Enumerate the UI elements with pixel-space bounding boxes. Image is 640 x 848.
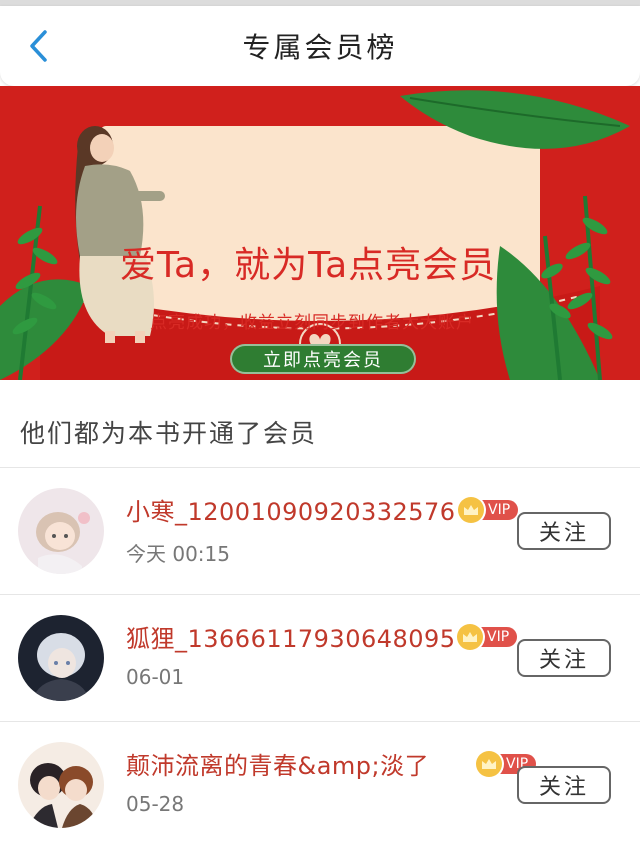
nav-bar: 专属会员榜 <box>0 6 640 86</box>
banner-illustration <box>0 86 640 380</box>
banner-headline: 爱Ta，就为Ta点亮会员 <box>120 245 497 286</box>
crown-icon <box>458 497 484 523</box>
avatar[interactable] <box>18 488 104 574</box>
light-up-member-button[interactable]: 立即点亮会员 <box>230 344 416 374</box>
vip-badge: VIP <box>457 624 518 650</box>
vip-label: VIP <box>478 500 519 520</box>
back-button[interactable] <box>18 26 58 66</box>
member-name[interactable]: 颠沛流离的青春&amp;淡了 <box>126 746 429 781</box>
member-date: 05-28 <box>126 792 185 816</box>
member-name[interactable]: 狐狸_13666117930648095 <box>126 619 456 654</box>
member-date: 今天 00:15 <box>126 542 230 566</box>
vip-label: VIP <box>477 627 518 647</box>
avatar[interactable] <box>18 742 104 828</box>
follow-button[interactable]: 关注 <box>517 766 611 804</box>
vip-badge: VIP <box>458 497 519 523</box>
member-row[interactable]: 小寒_12001090920332576 VIP 今天 00:15 关注 <box>0 467 640 594</box>
crown-icon <box>457 624 483 650</box>
member-row[interactable]: 颠沛流离的青春&amp;淡了 VIP 05-28 关注 <box>0 721 640 848</box>
avatar[interactable] <box>18 615 104 701</box>
banner-subtitle: 点亮成功，收益立刻同步到作者大大账户 <box>150 313 474 333</box>
crown-icon <box>476 751 502 777</box>
member-date: 06-01 <box>126 665 185 689</box>
promo-banner[interactable]: 爱Ta，就为Ta点亮会员 点亮成功，收益立刻同步到作者大大账户 立即点亮会员 <box>0 86 640 380</box>
page-title: 专属会员榜 <box>242 31 398 64</box>
section-title: 他们都为本书开通了会员 <box>20 419 318 448</box>
member-name[interactable]: 小寒_12001090920332576 <box>126 492 456 527</box>
member-list: 小寒_12001090920332576 VIP 今天 00:15 关注 狐狸_… <box>0 467 640 848</box>
back-chevron-icon[interactable] <box>27 29 49 63</box>
follow-button[interactable]: 关注 <box>517 639 611 677</box>
member-row[interactable]: 狐狸_13666117930648095 VIP 06-01 关注 <box>0 594 640 721</box>
follow-button[interactable]: 关注 <box>517 512 611 550</box>
